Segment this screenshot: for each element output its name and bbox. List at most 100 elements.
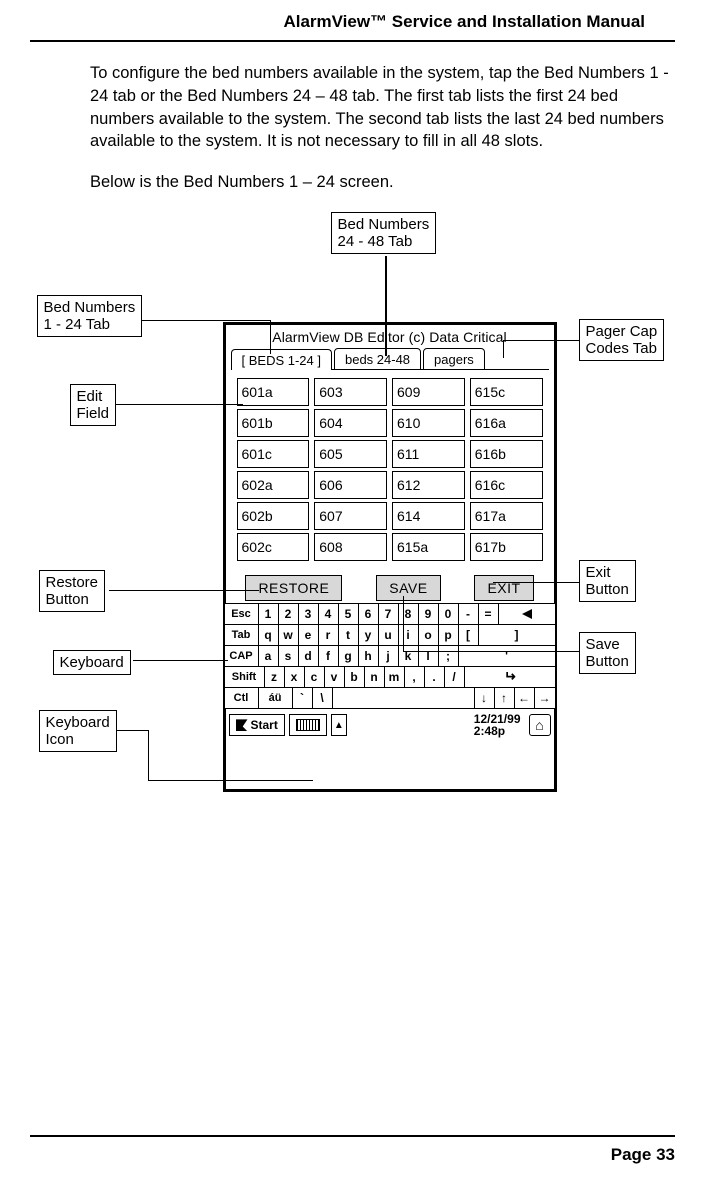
bed-cell[interactable]: 602c <box>237 533 310 561</box>
bed-cell[interactable]: 605 <box>314 440 387 468</box>
key[interactable]: j <box>379 646 399 666</box>
key[interactable]: 2 <box>279 604 299 624</box>
key[interactable]: 7 <box>379 604 399 624</box>
key-backspace[interactable] <box>499 604 555 624</box>
key[interactable]: i <box>399 625 419 645</box>
key[interactable]: x <box>285 667 305 687</box>
body-text: To configure the bed numbers available i… <box>90 62 675 194</box>
key[interactable]: f <box>319 646 339 666</box>
key[interactable]: , <box>405 667 425 687</box>
restore-button[interactable]: RESTORE <box>245 575 342 601</box>
bed-cell[interactable]: 606 <box>314 471 387 499</box>
key[interactable]: o <box>419 625 439 645</box>
key[interactable]: 6 <box>359 604 379 624</box>
key[interactable]: d <box>299 646 319 666</box>
key[interactable]: h <box>359 646 379 666</box>
bed-cell[interactable]: 601b <box>237 409 310 437</box>
bed-cell[interactable]: 603 <box>314 378 387 406</box>
key[interactable]: q <box>259 625 279 645</box>
bed-cell[interactable]: 614 <box>392 502 465 530</box>
key-caps[interactable]: CAP <box>225 646 259 666</box>
bed-cell[interactable]: 604 <box>314 409 387 437</box>
bed-cell[interactable]: 601c <box>237 440 310 468</box>
key-arrow-right[interactable]: → <box>535 688 555 708</box>
key-ctl[interactable]: Ctl <box>225 688 259 708</box>
tab-pagers[interactable]: pagers <box>423 348 485 370</box>
key[interactable]: b <box>345 667 365 687</box>
key-space[interactable] <box>333 688 475 708</box>
bed-cell[interactable]: 608 <box>314 533 387 561</box>
key[interactable]: 4 <box>319 604 339 624</box>
key[interactable]: w <box>279 625 299 645</box>
start-button[interactable]: Start <box>229 714 285 736</box>
key[interactable]: e <box>299 625 319 645</box>
tab-beds-1-24[interactable]: [ BEDS 1-24 ] <box>231 349 332 370</box>
key[interactable]: m <box>385 667 405 687</box>
key[interactable]: ; <box>439 646 459 666</box>
key-intl[interactable]: áü <box>259 688 293 708</box>
key-arrow-down[interactable]: ↓ <box>475 688 495 708</box>
bed-cell[interactable]: 617a <box>470 502 543 530</box>
key[interactable]: 9 <box>419 604 439 624</box>
bed-cell[interactable]: 610 <box>392 409 465 437</box>
key[interactable]: u <box>379 625 399 645</box>
bed-cell[interactable]: 601a <box>237 378 310 406</box>
pointer-line <box>115 404 243 406</box>
taskbar-up-arrow[interactable]: ▲ <box>331 714 347 736</box>
bed-cell[interactable]: 616b <box>470 440 543 468</box>
bed-cell[interactable]: 616a <box>470 409 543 437</box>
key[interactable]: r <box>319 625 339 645</box>
key[interactable]: ] <box>479 625 555 645</box>
onscreen-keyboard[interactable]: Esc 1 2 3 4 5 6 7 8 9 0 - = Tab q w e r <box>225 603 555 708</box>
callout-bed-1-24: Bed Numbers 1 - 24 Tab <box>37 295 143 338</box>
key-tab[interactable]: Tab <box>225 625 259 645</box>
bed-cell[interactable]: 602a <box>237 471 310 499</box>
bed-cell[interactable]: 615c <box>470 378 543 406</box>
kbd-row-4: Shift z x c v b n m , . / ↵ <box>225 667 555 688</box>
key[interactable]: \ <box>313 688 333 708</box>
key[interactable]: l <box>419 646 439 666</box>
key[interactable]: 3 <box>299 604 319 624</box>
home-icon[interactable]: ⌂ <box>529 714 551 736</box>
bed-cell[interactable]: 602b <box>237 502 310 530</box>
key[interactable]: v <box>325 667 345 687</box>
key[interactable]: 5 <box>339 604 359 624</box>
key[interactable]: = <box>479 604 499 624</box>
bed-cell[interactable]: 616c <box>470 471 543 499</box>
keyboard-toggle-icon[interactable] <box>289 714 327 736</box>
key-esc[interactable]: Esc <box>225 604 259 624</box>
key[interactable]: . <box>425 667 445 687</box>
key[interactable]: n <box>365 667 385 687</box>
key[interactable]: c <box>305 667 325 687</box>
key[interactable]: p <box>439 625 459 645</box>
key[interactable]: k <box>399 646 419 666</box>
bed-cell[interactable]: 617b <box>470 533 543 561</box>
bed-cell[interactable]: 611 <box>392 440 465 468</box>
key[interactable]: g <box>339 646 359 666</box>
key[interactable]: y <box>359 625 379 645</box>
key-shift[interactable]: Shift <box>225 667 265 687</box>
exit-button[interactable]: EXIT <box>474 575 533 601</box>
bed-cell[interactable]: 607 <box>314 502 387 530</box>
key[interactable]: ` <box>293 688 313 708</box>
bed-cell[interactable]: 615a <box>392 533 465 561</box>
save-button[interactable]: SAVE <box>376 575 440 601</box>
key[interactable]: z <box>265 667 285 687</box>
key[interactable]: 1 <box>259 604 279 624</box>
key[interactable]: 8 <box>399 604 419 624</box>
key[interactable]: t <box>339 625 359 645</box>
key-enter[interactable]: ↵ <box>465 667 555 687</box>
key-arrow-up[interactable]: ↑ <box>495 688 515 708</box>
key[interactable]: ' <box>459 646 555 666</box>
key[interactable]: [ <box>459 625 479 645</box>
key[interactable]: / <box>445 667 465 687</box>
kbd-row-3: CAP a s d f g h j k l ; ' <box>225 646 555 667</box>
key[interactable]: - <box>459 604 479 624</box>
bed-cell[interactable]: 609 <box>392 378 465 406</box>
key-arrow-left[interactable]: ← <box>515 688 535 708</box>
tab-beds-24-48[interactable]: beds 24-48 <box>334 348 421 370</box>
key[interactable]: 0 <box>439 604 459 624</box>
bed-cell[interactable]: 612 <box>392 471 465 499</box>
key[interactable]: a <box>259 646 279 666</box>
key[interactable]: s <box>279 646 299 666</box>
